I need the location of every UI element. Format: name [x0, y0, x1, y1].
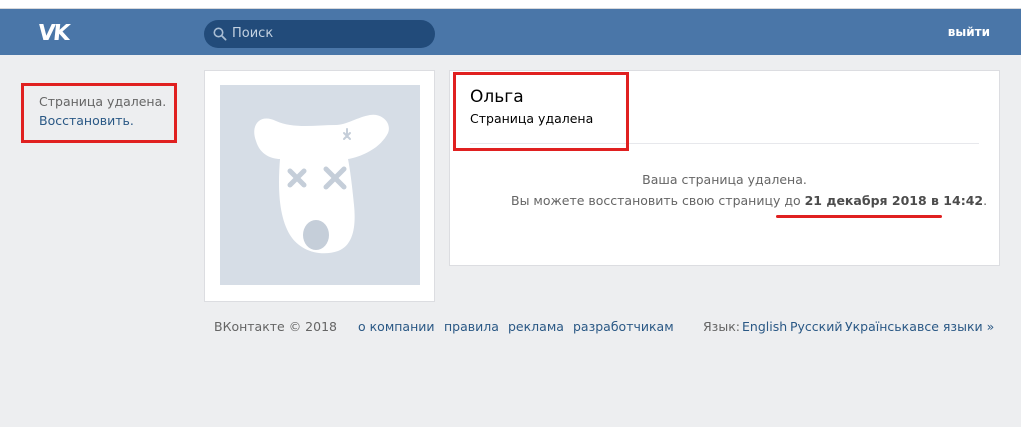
- restore-link[interactable]: Восстановить.: [39, 111, 166, 130]
- logout-button[interactable]: выйти: [948, 25, 990, 39]
- footer-link-developers[interactable]: разработчикам: [573, 319, 674, 334]
- footer-lang-english[interactable]: English: [742, 319, 787, 334]
- deleted-message: Ваша страница удалена.: [642, 172, 807, 187]
- search-placeholder: Поиск: [232, 26, 274, 41]
- deleted-notice: Страница удалена. Восстановить.: [39, 92, 166, 130]
- footer-lang-russian[interactable]: Русский: [790, 319, 842, 334]
- search-input[interactable]: Поиск: [204, 20, 435, 48]
- restore-deadline-date: 21 декабря 2018 в 14:42: [804, 193, 984, 208]
- footer-link-ads[interactable]: реклама: [508, 319, 564, 334]
- avatar-card: [204, 70, 435, 302]
- restore-deadline-message: Вы можете восстановить свою страницу до …: [511, 193, 987, 208]
- annotation-underline: [776, 215, 942, 218]
- footer-lang-all[interactable]: все языки »: [917, 319, 994, 334]
- browser-top-strip: [0, 0, 1021, 9]
- avatar: [220, 85, 420, 285]
- footer-lang-ukrainian[interactable]: Українська: [845, 319, 917, 334]
- footer-link-about[interactable]: о компании: [358, 319, 435, 334]
- vk-logo[interactable]: VK: [37, 21, 70, 46]
- footer-copyright: ВКонтакте © 2018: [214, 319, 337, 334]
- restore-deadline-suffix: .: [983, 193, 988, 208]
- footer-language-label: Язык:: [703, 319, 740, 334]
- deleted-dog-avatar-icon: [254, 114, 389, 254]
- top-header: VK Поиск выйти: [0, 9, 1021, 55]
- restore-deadline-prefix: Вы можете восстановить свою страницу до: [511, 193, 801, 208]
- annotation-box-name: [453, 72, 629, 151]
- deleted-status-text: Страница удалена.: [39, 94, 167, 109]
- search-icon: [213, 27, 227, 41]
- footer-link-rules[interactable]: правила: [444, 319, 499, 334]
